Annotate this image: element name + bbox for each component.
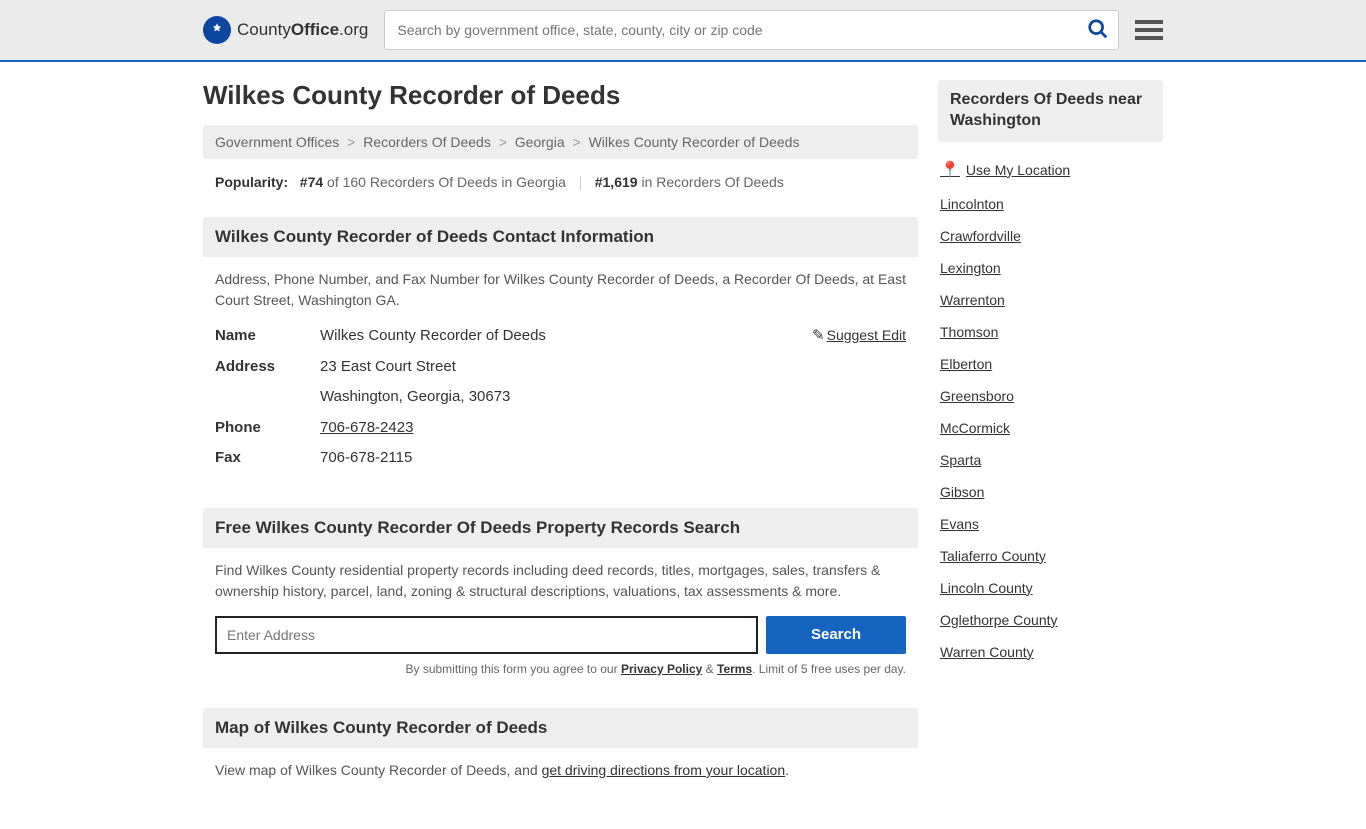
name-value: Wilkes County Recorder of Deeds [320,327,546,344]
breadcrumb-current: Wilkes County Recorder of Deeds [589,134,800,150]
sidebar-link[interactable]: Gibson [940,476,1161,508]
sidebar-link[interactable]: Warren County [940,636,1161,668]
sidebar-heading: Recorders Of Deeds near Washington [938,80,1163,142]
use-my-location-link[interactable]: 📍 Use My Location [940,152,1161,188]
records-search-heading: Free Wilkes County Recorder Of Deeds Pro… [203,508,918,548]
phone-label: Phone [215,417,320,440]
phone-link[interactable]: 706-678-2423 [320,419,413,436]
separator [580,176,581,190]
map-heading: Map of Wilkes County Recorder of Deeds [203,708,918,748]
sidebar-link[interactable]: McCormick [940,412,1161,444]
sidebar: Recorders Of Deeds near Washington 📍 Use… [938,80,1163,811]
header: CountyOffice.org [0,0,1366,62]
sidebar-link[interactable]: Lexington [940,252,1161,284]
suggest-edit-link[interactable]: ✎Suggest Edit [812,325,906,348]
chevron-right-icon: > [347,134,355,150]
contact-section: Address, Phone Number, and Fax Number fo… [203,257,918,490]
search-input[interactable] [384,10,1119,50]
logo-icon [203,16,231,44]
records-search-section: Find Wilkes County residential property … [203,548,918,690]
search-button[interactable]: Search [766,616,906,654]
chevron-right-icon: > [573,134,581,150]
sidebar-link[interactable]: Elberton [940,348,1161,380]
header-search [384,10,1119,50]
contact-description: Address, Phone Number, and Fax Number fo… [215,269,906,311]
breadcrumb-item[interactable]: Recorders Of Deeds [363,134,491,150]
main-content: Wilkes County Recorder of Deeds Governme… [203,80,918,811]
chevron-right-icon: > [499,134,507,150]
directions-link[interactable]: get driving directions from your locatio… [542,762,786,778]
records-search-description: Find Wilkes County residential property … [215,560,906,602]
address-label: Address [215,356,320,379]
location-pin-icon: 📍 [940,160,960,180]
fax-label: Fax [215,447,320,470]
sidebar-link[interactable]: Lincolnton [940,188,1161,220]
page-title: Wilkes County Recorder of Deeds [203,80,918,111]
breadcrumb: Government Offices > Recorders Of Deeds … [203,125,918,159]
hamburger-menu-icon[interactable] [1135,16,1163,44]
address-line1: 23 East Court Street [320,356,906,379]
breadcrumb-item[interactable]: Government Offices [215,134,339,150]
sidebar-link[interactable]: Sparta [940,444,1161,476]
search-icon[interactable] [1087,18,1109,46]
sidebar-link[interactable]: Lincoln County [940,572,1161,604]
site-logo[interactable]: CountyOffice.org [203,16,368,44]
popularity-box: Popularity: #74 of 160 Recorders Of Deed… [203,165,918,199]
popularity-rank-2: #1,619 [595,174,638,190]
sidebar-list: 📍 Use My Location Lincolnton Crawfordvil… [938,142,1163,678]
address-line2: Washington, Georgia, 30673 [320,386,906,409]
popularity-rank-1: #74 [300,174,323,190]
sidebar-link[interactable]: Warrenton [940,284,1161,316]
breadcrumb-item[interactable]: Georgia [515,134,565,150]
sidebar-link[interactable]: Evans [940,508,1161,540]
privacy-link[interactable]: Privacy Policy [621,662,702,676]
fax-value: 706-678-2115 [320,447,906,470]
edit-icon: ✎ [812,325,825,348]
sidebar-link[interactable]: Crawfordville [940,220,1161,252]
sidebar-link[interactable]: Greensboro [940,380,1161,412]
name-label: Name [215,325,320,348]
logo-text: CountyOffice.org [237,20,368,40]
popularity-label: Popularity: [215,174,288,190]
sidebar-link[interactable]: Taliaferro County [940,540,1161,572]
map-section: View map of Wilkes County Recorder of De… [203,748,918,793]
search-disclaimer: By submitting this form you agree to our… [215,660,906,678]
terms-link[interactable]: Terms [717,662,752,676]
address-input[interactable] [215,616,758,654]
contact-heading: Wilkes County Recorder of Deeds Contact … [203,217,918,257]
sidebar-link[interactable]: Oglethorpe County [940,604,1161,636]
sidebar-link[interactable]: Thomson [940,316,1161,348]
